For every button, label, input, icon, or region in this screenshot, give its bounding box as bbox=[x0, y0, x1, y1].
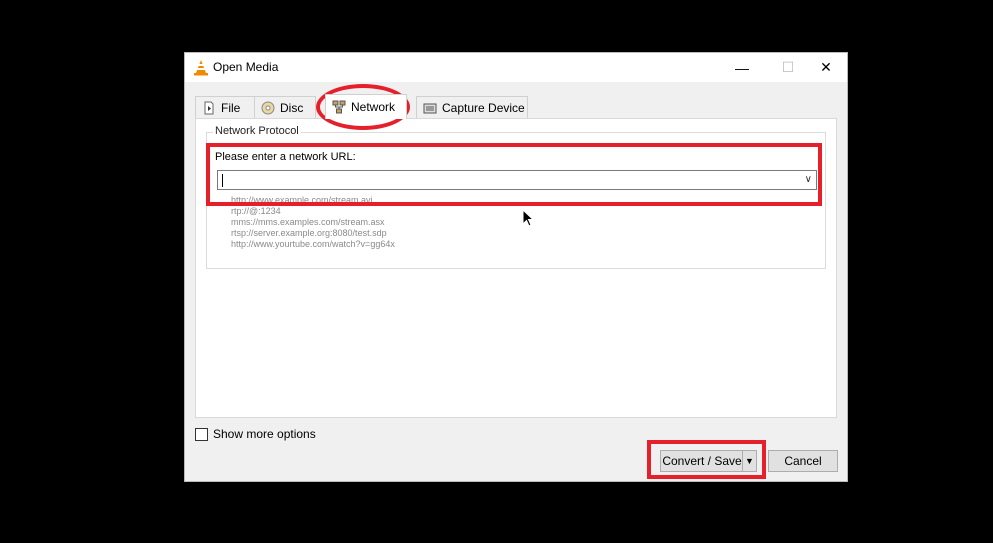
example-url: rtsp://server.example.org:8080/test.sdp bbox=[231, 228, 387, 238]
tab-network[interactable]: Network bbox=[325, 94, 407, 119]
network-protocol-group: Network Protocol Please enter a network … bbox=[206, 125, 826, 269]
example-url: http://www.example.com/stream.avi bbox=[231, 195, 373, 205]
tab-file-label: File bbox=[221, 100, 241, 115]
network-icon bbox=[332, 100, 346, 114]
example-url: mms://mms.examples.com/stream.asx bbox=[231, 217, 385, 227]
show-more-options-label: Show more options bbox=[213, 427, 316, 441]
tab-file[interactable]: File bbox=[195, 96, 255, 118]
tab-capture-device[interactable]: Capture Device bbox=[416, 96, 528, 118]
group-title: Network Protocol bbox=[213, 125, 301, 137]
mouse-pointer-icon bbox=[522, 209, 534, 227]
network-url-input[interactable]: ∨ bbox=[217, 170, 817, 190]
open-media-dialog: Open Media — ☐ ✕ File Disc Network Captu… bbox=[184, 52, 848, 482]
title-bar: Open Media — ☐ ✕ bbox=[185, 53, 847, 82]
convert-save-dropdown-arrow[interactable]: ▼ bbox=[742, 450, 757, 472]
tab-capture-device-label: Capture Device bbox=[442, 100, 525, 115]
network-panel: Network Protocol Please enter a network … bbox=[195, 118, 837, 418]
minimize-button[interactable]: — bbox=[719, 53, 765, 82]
file-icon bbox=[204, 101, 214, 114]
disc-icon bbox=[261, 101, 275, 114]
tab-network-label: Network bbox=[351, 100, 396, 114]
cancel-button[interactable]: Cancel bbox=[768, 450, 838, 472]
convert-save-button[interactable]: Convert / Save bbox=[660, 450, 744, 472]
vlc-cone-icon bbox=[194, 60, 208, 76]
tab-disc[interactable]: Disc bbox=[254, 96, 316, 118]
window-title: Open Media bbox=[213, 60, 279, 74]
chevron-down-icon[interactable]: ∨ bbox=[805, 174, 812, 185]
url-examples: http://www.example.com/stream.avi rtp://… bbox=[231, 195, 395, 250]
show-more-options-checkbox[interactable] bbox=[195, 427, 208, 441]
text-caret bbox=[222, 174, 223, 187]
url-label: Please enter a network URL: bbox=[215, 151, 356, 163]
example-url: http://www.yourtube.com/watch?v=gg64x bbox=[231, 239, 395, 249]
example-url: rtp://@:1234 bbox=[231, 206, 281, 216]
close-button[interactable]: ✕ bbox=[803, 53, 849, 82]
tab-disc-label: Disc bbox=[280, 100, 304, 115]
capture-device-icon bbox=[423, 103, 437, 113]
show-more-options[interactable]: Show more options bbox=[195, 427, 316, 441]
